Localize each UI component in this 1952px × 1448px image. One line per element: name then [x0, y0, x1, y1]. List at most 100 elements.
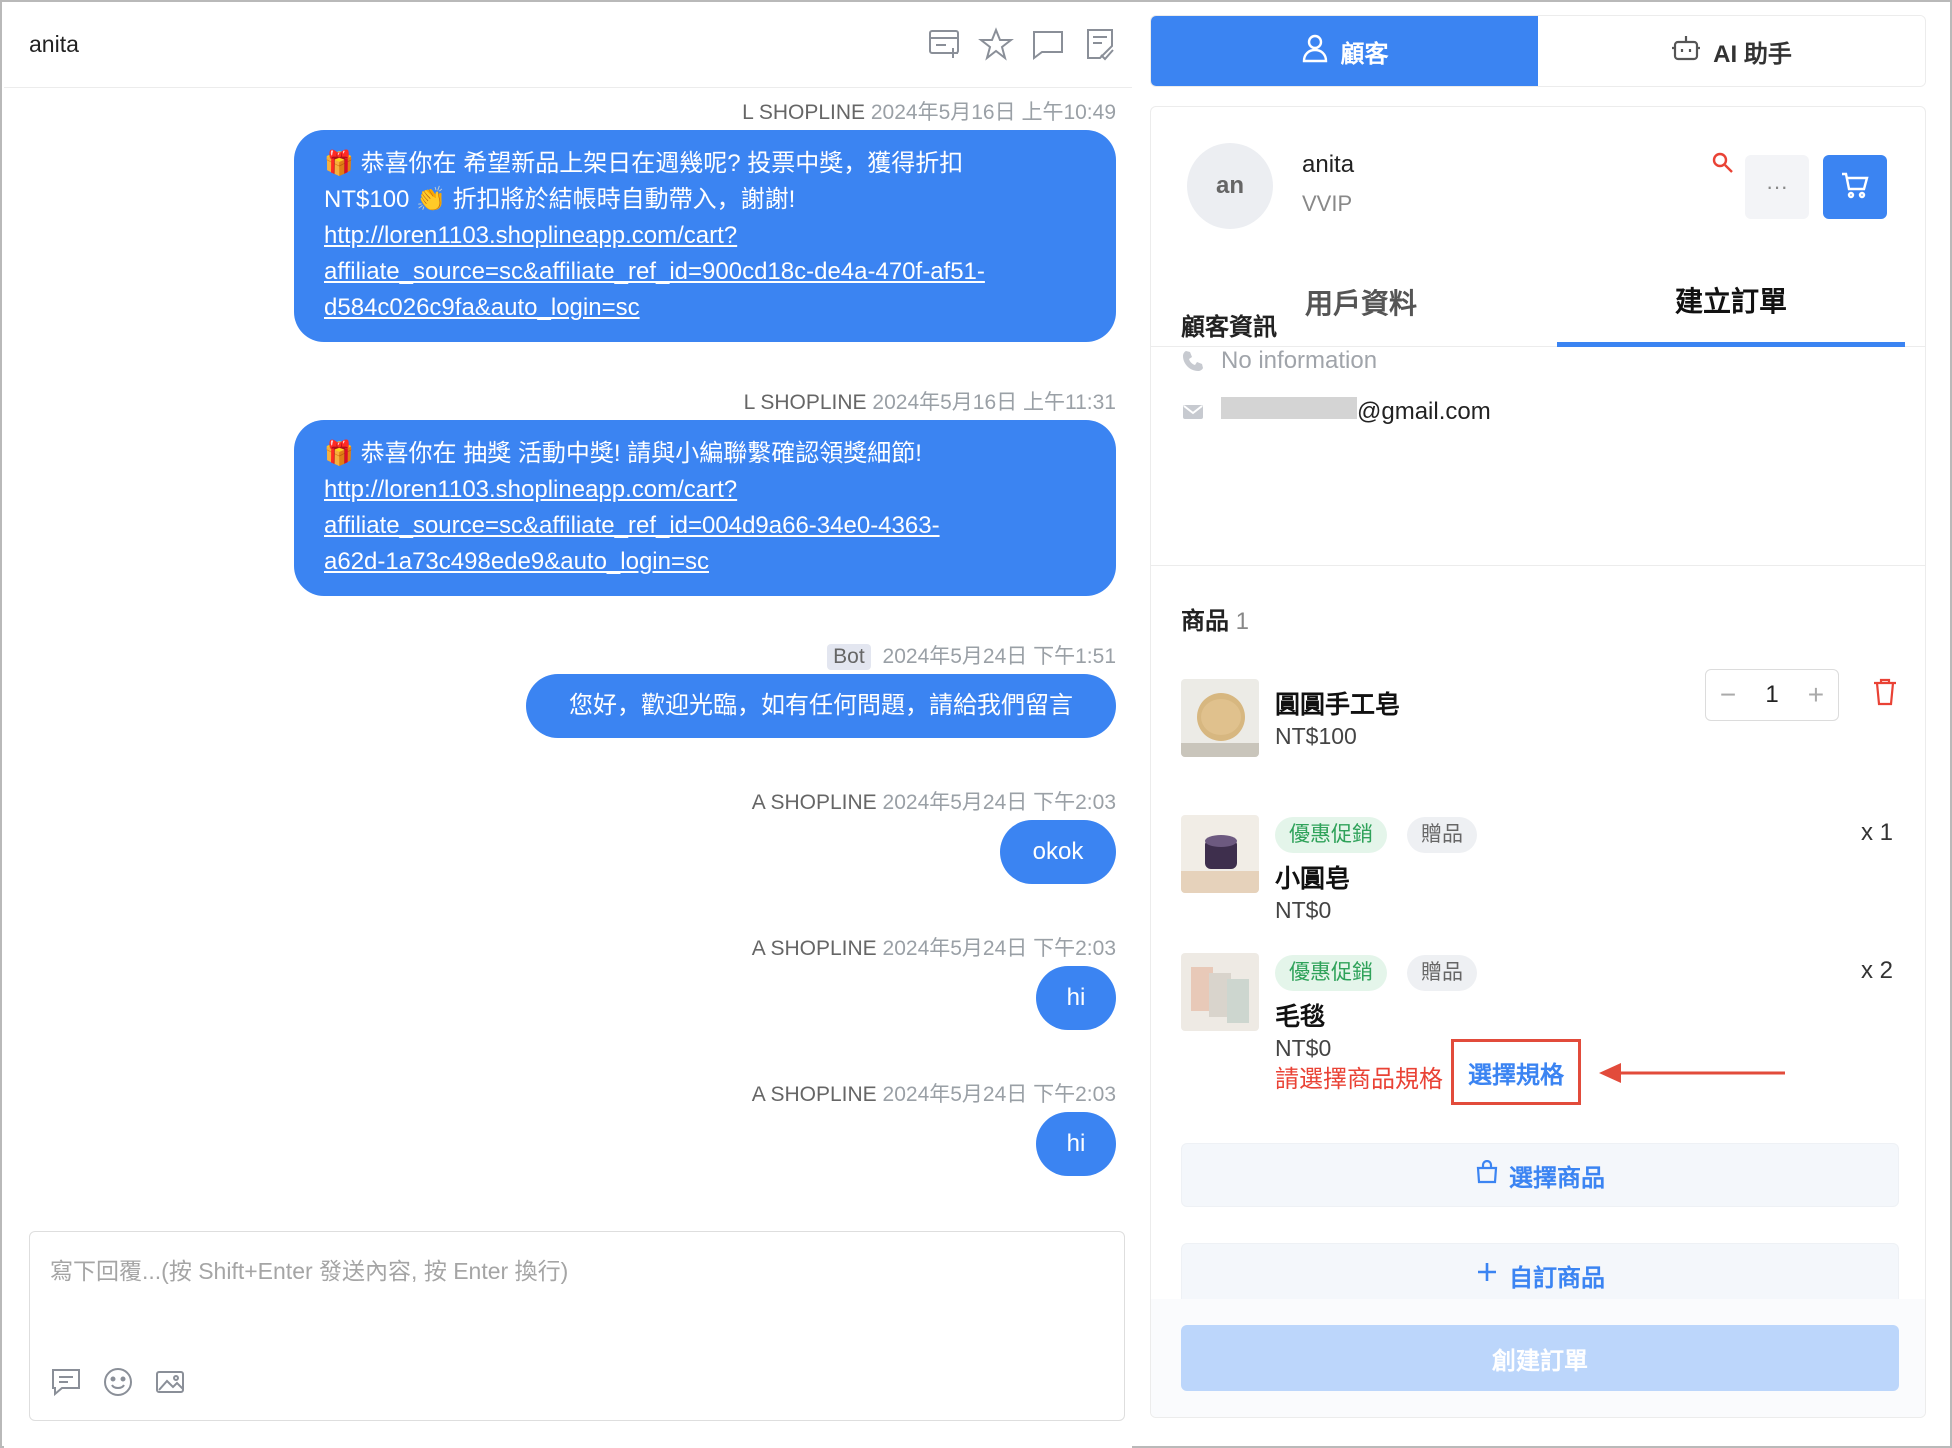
cart-icon	[1840, 170, 1870, 205]
product-price: NT$100	[1275, 723, 1357, 749]
message-bubble: hi	[1036, 1112, 1116, 1176]
quantity-multiplier: x 1	[1860, 819, 1893, 846]
product-image	[1181, 815, 1259, 893]
user-icon	[1301, 33, 1329, 70]
product-name: 小圓皂	[1275, 865, 1351, 893]
message-list: L SHOPLINE 2024年5月16日 上午10:49 🎁 恭喜你在 希望新…	[4, 88, 1132, 1216]
customer-panel: an anita VVIP ··· 用戶資料 建立訂單 顧客資訊 No info…	[1150, 106, 1926, 1418]
annotation-arrow	[1599, 1063, 1785, 1083]
chat-header: anita	[4, 4, 1132, 88]
image-icon[interactable]	[154, 1366, 186, 1398]
message-meta: A SHOPLINE 2024年5月24日 下午2:03	[752, 786, 1116, 816]
tab-customer[interactable]: 顧客	[1151, 16, 1538, 86]
product-image	[1181, 679, 1259, 757]
message-text: hi	[1066, 984, 1086, 1011]
more-button[interactable]: ···	[1745, 155, 1809, 219]
chat-panel: anita L SHOPLINE 2024年5月16日 上午10:49 🎁 恭喜…	[4, 4, 1132, 1448]
message-time: 2024年5月16日 上午10:49	[870, 101, 1116, 124]
phone-row: No information	[1181, 347, 1377, 375]
message-time: 2024年5月24日 下午2:03	[882, 937, 1116, 960]
create-order-button[interactable]: 創建訂單	[1181, 1325, 1899, 1391]
quantity-value[interactable]: 1	[1765, 681, 1778, 709]
message-time: 2024年5月24日 下午1:51	[882, 645, 1116, 668]
tab-customer-label: 顧客	[1340, 40, 1389, 68]
gift-icon: 🎁	[324, 440, 354, 467]
message-text: NT$100	[324, 186, 410, 213]
message-time: 2024年5月24日 下午2:03	[882, 791, 1116, 814]
choose-spec-button[interactable]: 選擇規格	[1451, 1039, 1581, 1105]
star-icon[interactable]	[978, 26, 1014, 62]
product-name: 毛毯	[1275, 1003, 1326, 1031]
message-text: 折扣將於結帳時自動帶入，謝謝!	[452, 186, 796, 213]
reply-composer[interactable]: 寫下回覆...(按 Shift+Enter 發送內容, 按 Enter 換行)	[29, 1231, 1125, 1421]
tab-create-order[interactable]: 建立訂單	[1557, 257, 1905, 347]
message-meta: A SHOPLINE 2024年5月24日 下午2:03	[752, 932, 1116, 962]
note-icon[interactable]	[1082, 26, 1118, 62]
link-line[interactable]: http://loren1103.shoplineapp.com/cart?	[324, 476, 737, 503]
message-meta: L SHOPLINE 2024年5月16日 上午11:31	[744, 386, 1116, 416]
customer-tier: VVIP	[1302, 191, 1353, 216]
spec-error-message: 請選擇商品規格	[1275, 1066, 1443, 1093]
product-image	[1181, 953, 1259, 1031]
select-product-label: 選擇商品	[1509, 1164, 1605, 1192]
custom-product-button[interactable]: 自訂商品	[1181, 1243, 1899, 1307]
reply-placeholder[interactable]: 寫下回覆...(按 Shift+Enter 發送內容, 按 Enter 換行)	[50, 1252, 568, 1286]
product-name: 圓圓手工皂	[1275, 691, 1401, 719]
link-line[interactable]: affiliate_source=sc&affiliate_ref_id=900…	[324, 258, 985, 285]
message-link[interactable]: http://loren1103.shoplineapp.com/cart? a…	[324, 222, 985, 321]
increment-button[interactable]: +	[1802, 681, 1830, 709]
mail-icon	[1181, 400, 1205, 424]
promo-tag: 優惠促銷	[1275, 955, 1387, 991]
message-sender: A SHOPLINE	[751, 791, 877, 814]
plus-icon	[1475, 1260, 1499, 1291]
link-line[interactable]: a62d-1a73c498ede9&auto_login=sc	[324, 548, 709, 575]
message-bubble: 您好，歡迎光臨，如有任何問題，請給我們留言	[526, 674, 1116, 738]
tab-ai-assistant[interactable]: AI 助手	[1538, 16, 1925, 86]
message-sender: A SHOPLINE	[751, 1083, 877, 1106]
message-text: 恭喜你在 抽獎 活動中獎! 請與小編聯繫確認領獎細節!	[360, 440, 922, 467]
panel-tabs: 顧客 AI 助手	[1150, 15, 1926, 87]
emoji-icon[interactable]	[102, 1366, 134, 1398]
header-actions	[926, 26, 1118, 62]
message-meta: Bot 2024年5月24日 下午1:51	[827, 640, 1116, 670]
link-line[interactable]: d584c026c9fa&auto_login=sc	[324, 294, 640, 321]
email-value: @gmail.com	[1221, 397, 1491, 426]
add-list-icon[interactable]	[926, 26, 962, 62]
message-bubble: 🎁 恭喜你在 希望新品上架日在週幾呢? 投票中獎，獲得折扣 NT$100 👏 折…	[294, 130, 1116, 342]
message-time: 2024年5月24日 下午2:03	[882, 1083, 1116, 1106]
cart-button[interactable]	[1823, 155, 1887, 219]
message-meta: L SHOPLINE 2024年5月16日 上午10:49	[742, 96, 1116, 126]
message-bubble: okok	[1000, 820, 1116, 884]
products-title-label: 商品	[1181, 608, 1229, 635]
phone-value: No information	[1221, 347, 1378, 374]
message-text: 恭喜你在 希望新品上架日在週幾呢? 投票中獎，獲得折扣	[360, 150, 964, 177]
bag-icon	[1475, 1159, 1499, 1191]
link-line[interactable]: http://loren1103.shoplineapp.com/cart?	[324, 222, 737, 249]
bot-badge: Bot	[827, 644, 871, 670]
message-link[interactable]: http://loren1103.shoplineapp.com/cart? a…	[324, 476, 940, 575]
products-title: 商品 1	[1181, 601, 1249, 636]
products-count: 1	[1235, 608, 1250, 635]
customer-info-title: 顧客資訊	[1181, 314, 1277, 341]
email-row: @gmail.com	[1181, 397, 1491, 426]
phone-icon	[1181, 349, 1205, 373]
link-line[interactable]: affiliate_source=sc&affiliate_ref_id=004…	[324, 512, 940, 539]
comment-icon[interactable]	[1030, 26, 1066, 62]
promo-tag: 優惠促銷	[1275, 817, 1387, 853]
select-product-button[interactable]: 選擇商品	[1181, 1143, 1899, 1207]
decrement-button[interactable]: −	[1714, 681, 1742, 709]
message-meta: A SHOPLINE 2024年5月24日 下午2:03	[752, 1078, 1116, 1108]
gift-tag: 贈品	[1407, 955, 1477, 991]
message-sender: L SHOPLINE	[742, 101, 866, 124]
trash-icon[interactable]	[1871, 677, 1899, 707]
search-icon[interactable]	[1711, 151, 1735, 175]
gift-icon: 🎁	[324, 150, 354, 177]
tab-ai-label: AI 助手	[1713, 40, 1792, 68]
message-time: 2024年5月16日 上午11:31	[872, 391, 1116, 414]
message-sender: L SHOPLINE	[743, 391, 867, 414]
reply-template-icon[interactable]	[50, 1366, 82, 1398]
message-text: 您好，歡迎光臨，如有任何問題，請給我們留言	[569, 692, 1073, 719]
quantity-stepper[interactable]: − 1 +	[1705, 669, 1839, 721]
message-bubble: hi	[1036, 966, 1116, 1030]
robot-icon	[1671, 33, 1701, 70]
